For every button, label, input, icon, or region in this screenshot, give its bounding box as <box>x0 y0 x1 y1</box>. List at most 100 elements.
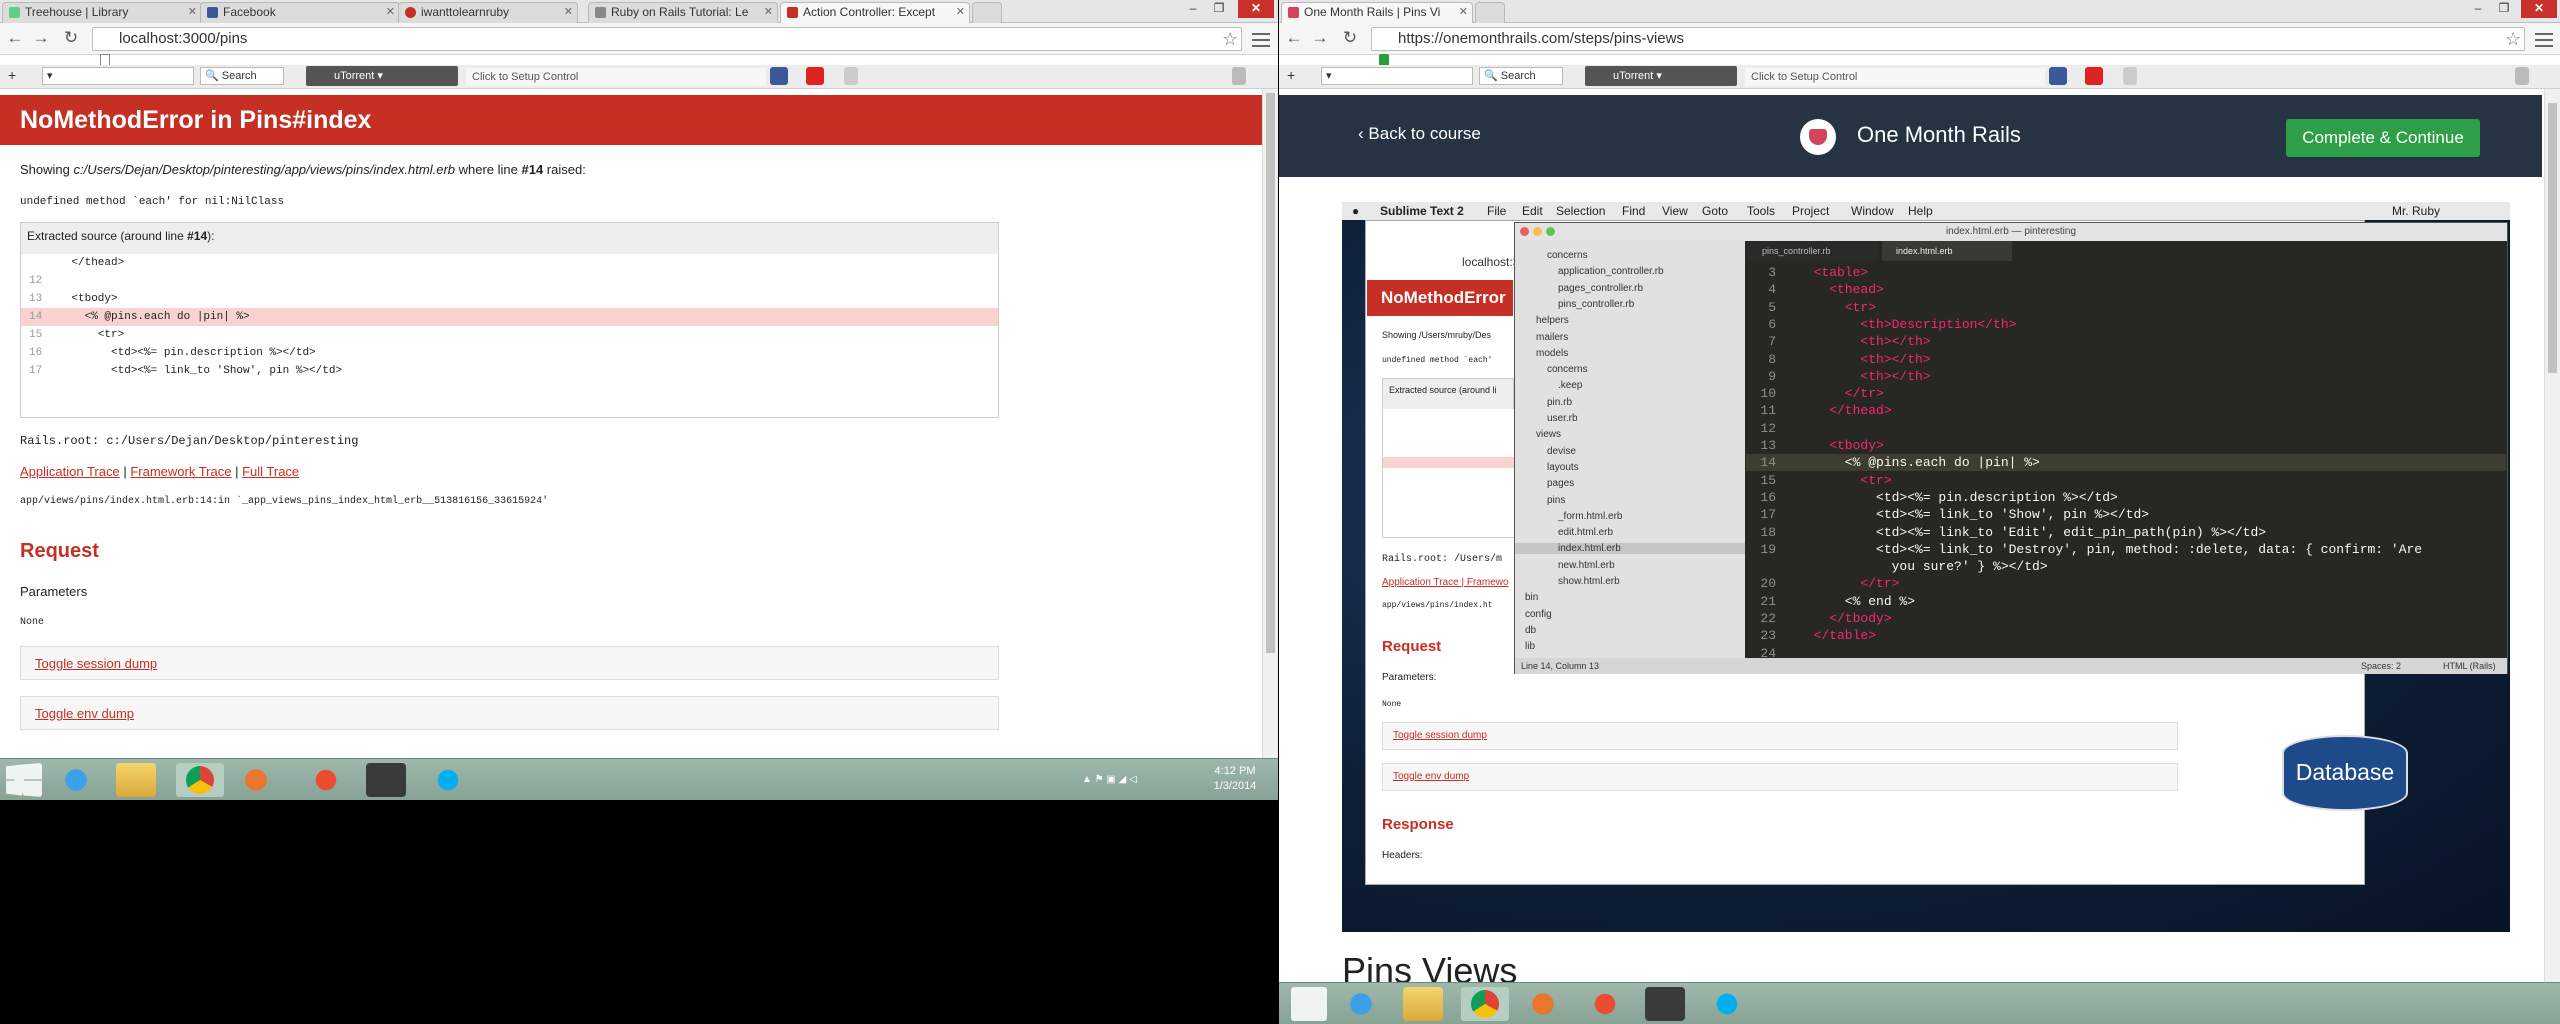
chrome-menu-icon[interactable] <box>1252 29 1270 49</box>
sidebar-file-item[interactable]: models <box>1536 348 1568 359</box>
utorrent-button[interactable]: uTorrent ▾ <box>306 66 458 86</box>
search-engine-select[interactable]: ▾ <box>42 67 194 85</box>
tab-action-controller[interactable]: Action Controller: Except ✕ <box>780 2 970 24</box>
sidebar-file-item[interactable]: index.html.erb <box>1515 543 1745 555</box>
reload-icon[interactable]: ↻ <box>1339 27 1361 51</box>
url-input[interactable]: localhost:3000/pins <box>92 27 1242 51</box>
ie-icon[interactable] <box>1341 987 1381 1021</box>
forward-icon[interactable]: → <box>30 27 52 51</box>
youtube-icon[interactable] <box>2085 67 2103 85</box>
search-button[interactable]: 🔍 Search <box>1479 67 1563 85</box>
ie-icon[interactable] <box>56 763 96 797</box>
toggle-env-dump[interactable]: Toggle env dump <box>20 696 999 730</box>
sidebar-file-item[interactable]: show.html.erb <box>1558 576 1620 587</box>
close-window-button[interactable]: ✕ <box>1238 0 1274 18</box>
new-tab-button[interactable] <box>1475 2 1505 23</box>
git-icon[interactable] <box>306 763 346 797</box>
search-engine-select[interactable]: ▾ <box>1321 67 1473 85</box>
firefox-icon[interactable] <box>1523 987 1563 1021</box>
reload-icon[interactable]: ↻ <box>60 27 82 51</box>
trash-icon[interactable] <box>844 67 858 85</box>
utorrent-button[interactable]: uTorrent ▾ <box>1585 66 1737 86</box>
bookmark-star-icon[interactable]: ☆ <box>1222 27 1238 51</box>
skype-icon[interactable] <box>1707 987 1747 1021</box>
tab-rails-tutorial[interactable]: Ruby on Rails Tutorial: Le ✕ <box>588 2 778 23</box>
sidebar-file-item[interactable]: concerns <box>1547 364 1588 375</box>
sidebar-file-item[interactable]: edit.html.erb <box>1558 527 1613 538</box>
full-trace-link[interactable]: Full Trace <box>242 464 299 479</box>
sidebar-file-item[interactable]: user.rb <box>1547 413 1578 424</box>
close-icon[interactable]: ✕ <box>386 3 395 22</box>
close-icon[interactable]: ✕ <box>188 3 197 22</box>
facebook-icon[interactable] <box>770 67 788 85</box>
sidebar-file-item[interactable]: pins <box>1547 495 1565 506</box>
sidebar-file-item[interactable]: .keep <box>1558 380 1582 391</box>
sidebar-file-item[interactable]: layouts <box>1547 462 1579 473</box>
minimize-button[interactable]: – <box>2465 0 2491 18</box>
chrome-icon[interactable] <box>1461 987 1509 1021</box>
sidebar-file-item[interactable]: pin.rb <box>1547 397 1572 408</box>
sidebar-file-item[interactable]: new.html.erb <box>1558 560 1615 571</box>
sidebar-file-item[interactable]: _form.html.erb <box>1558 511 1622 522</box>
tab-one-month-rails[interactable]: One Month Rails | Pins Vi ✕ <box>1281 2 1473 24</box>
sidebar-file-item[interactable]: pages_controller.rb <box>1558 283 1643 294</box>
youtube-icon[interactable] <box>806 67 824 85</box>
new-tab-button[interactable] <box>972 2 1002 23</box>
start-button[interactable] <box>1291 987 1327 1021</box>
tab-treehouse[interactable]: Treehouse | Library ✕ <box>2 2 202 23</box>
sidebar-file-item[interactable]: pins_controller.rb <box>1558 299 1634 310</box>
trash-icon[interactable] <box>2123 67 2137 85</box>
minimize-button[interactable]: – <box>1180 0 1206 18</box>
add-icon[interactable]: + <box>4 67 24 85</box>
explorer-icon[interactable] <box>116 763 156 797</box>
scroll-thumb[interactable] <box>1266 93 1275 653</box>
close-icon[interactable]: ✕ <box>1459 3 1468 22</box>
sidebar-file-item[interactable]: pages <box>1547 478 1574 489</box>
search-button[interactable]: 🔍 Search <box>200 67 284 85</box>
complete-continue-button[interactable]: Complete & Continue <box>2286 119 2480 157</box>
start-button[interactable] <box>6 763 42 797</box>
sidebar-file-item[interactable]: devise <box>1547 446 1576 457</box>
right-scrollbar[interactable] <box>2544 89 2560 985</box>
close-icon[interactable]: ✕ <box>956 3 965 22</box>
skype-icon[interactable] <box>428 763 468 797</box>
chrome-icon[interactable] <box>176 763 224 797</box>
sublime-icon[interactable] <box>1645 987 1685 1021</box>
firefox-icon[interactable] <box>236 763 276 797</box>
clock[interactable]: 4:12 PM 1/3/2014 <box>1200 764 1270 794</box>
restore-button[interactable]: ❐ <box>1206 0 1232 18</box>
back-to-course-link[interactable]: ‹ Back to course <box>1358 124 1481 144</box>
forward-icon[interactable]: → <box>1309 27 1331 51</box>
facebook-icon[interactable] <box>2049 67 2067 85</box>
left-scrollbar[interactable] <box>1262 89 1278 760</box>
wrench-icon[interactable] <box>2515 67 2529 85</box>
sidebar-file-item[interactable]: lib <box>1525 641 1535 652</box>
sidebar-file-item[interactable]: helpers <box>1536 315 1569 326</box>
sidebar-file-item[interactable]: concerns <box>1547 250 1588 261</box>
git-icon[interactable] <box>1585 987 1625 1021</box>
application-trace-link[interactable]: Application Trace <box>20 464 120 479</box>
scroll-thumb[interactable] <box>2548 103 2557 373</box>
back-icon[interactable]: ← <box>1283 27 1305 51</box>
bookmark-star-icon[interactable]: ☆ <box>2505 27 2521 51</box>
wrench-icon[interactable] <box>1232 67 1246 85</box>
toggle-session-dump[interactable]: Toggle session dump <box>20 646 999 680</box>
close-icon[interactable]: ✕ <box>764 3 773 22</box>
sidebar-file-item[interactable]: application_controller.rb <box>1558 266 1664 277</box>
sidebar-file-item[interactable]: bin <box>1525 592 1538 603</box>
restore-button[interactable]: ❐ <box>2491 0 2517 18</box>
sublime-icon[interactable] <box>366 763 406 797</box>
setup-control[interactable]: Click to Setup Control <box>1745 68 2045 86</box>
sidebar-file-item[interactable]: config <box>1525 609 1552 620</box>
tab-facebook[interactable]: Facebook ✕ <box>200 2 400 23</box>
setup-control[interactable]: Click to Setup Control <box>466 68 766 86</box>
chrome-menu-icon[interactable] <box>2535 29 2553 49</box>
explorer-icon[interactable] <box>1403 987 1443 1021</box>
back-icon[interactable]: ← <box>4 27 26 51</box>
sidebar-file-item[interactable]: mailers <box>1536 332 1568 343</box>
tab-iwanttolearnruby[interactable]: iwanttolearnruby ✕ <box>398 2 578 23</box>
url-input[interactable]: https://onemonthrails.com/steps/pins-vie… <box>1371 27 2525 51</box>
tray-icons[interactable]: ▲ ⚑ ▣ ◢ ◁ <box>1082 774 1178 786</box>
sidebar-file-item[interactable]: db <box>1525 625 1536 636</box>
framework-trace-link[interactable]: Framework Trace <box>130 464 231 479</box>
